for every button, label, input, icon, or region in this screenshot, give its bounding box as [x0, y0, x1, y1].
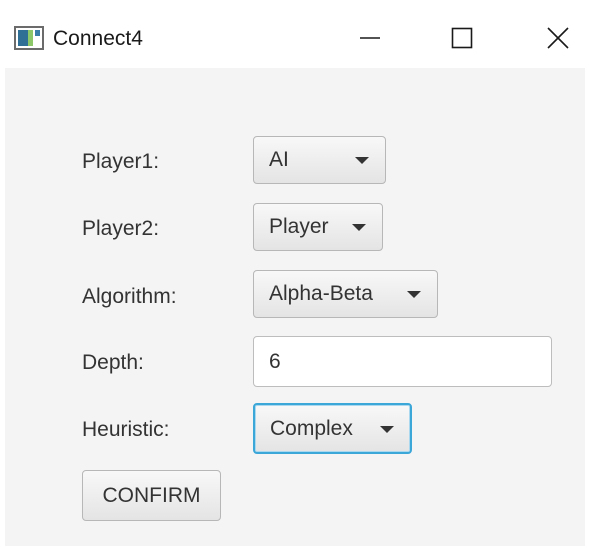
player1-label: Player1: — [82, 150, 160, 173]
algorithm-select[interactable]: Alpha-Beta — [253, 270, 438, 318]
chevron-down-icon — [355, 157, 369, 164]
window-title: Connect4 — [53, 27, 143, 50]
app-window-icon — [14, 26, 44, 50]
depth-input[interactable] — [253, 336, 552, 387]
player1-value: AI — [269, 148, 289, 171]
player2-value: Player — [269, 215, 329, 238]
player2-select[interactable]: Player — [253, 203, 383, 251]
chevron-down-icon — [407, 291, 421, 298]
heuristic-label: Heuristic: — [82, 418, 170, 441]
close-icon — [547, 27, 569, 49]
chevron-down-icon — [352, 224, 366, 231]
heuristic-value: Complex — [270, 416, 353, 440]
minimize-button[interactable] — [348, 18, 392, 58]
maximize-button[interactable] — [440, 18, 484, 58]
player1-select[interactable]: AI — [253, 136, 386, 184]
algorithm-value: Alpha-Beta — [269, 282, 373, 305]
confirm-button[interactable]: CONFIRM — [82, 470, 221, 521]
close-button[interactable] — [536, 18, 580, 58]
heuristic-select[interactable]: Complex — [253, 403, 412, 454]
chevron-down-icon — [380, 426, 394, 433]
maximize-icon — [451, 27, 473, 49]
depth-label: Depth: — [82, 351, 144, 374]
title-bar[interactable]: Connect4 — [0, 0, 589, 68]
algorithm-label: Algorithm: — [82, 285, 177, 308]
player2-label: Player2: — [82, 217, 160, 240]
minimize-icon — [359, 27, 381, 49]
